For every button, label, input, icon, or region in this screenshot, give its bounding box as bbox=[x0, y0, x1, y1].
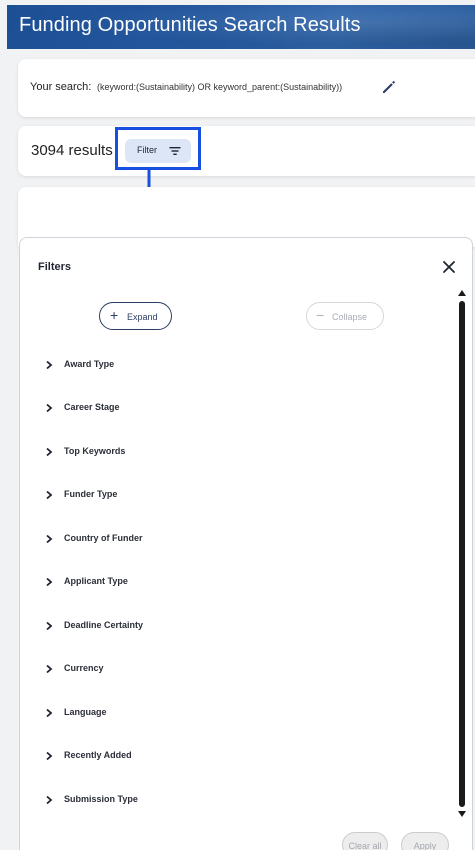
filter-item-label: Career Stage bbox=[64, 402, 120, 412]
results-count: 3094 results bbox=[31, 142, 113, 159]
chevron-right-icon bbox=[46, 403, 53, 413]
chevron-right-icon bbox=[46, 447, 53, 457]
filter-item-career-stage[interactable]: Career Stage bbox=[40, 398, 420, 418]
filter-item-label: Currency bbox=[64, 663, 104, 673]
filters-panel-title: Filters bbox=[38, 261, 72, 273]
filter-item-submission-type[interactable]: Submission Type bbox=[40, 790, 420, 810]
chevron-right-icon bbox=[46, 621, 53, 631]
filter-item-label: Recently Added bbox=[64, 750, 132, 760]
page-title: Funding Opportunities Search Results bbox=[19, 14, 361, 36]
apply-label: Apply bbox=[413, 841, 437, 850]
results-bar: 3094 results bbox=[18, 126, 475, 176]
filter-lines-icon bbox=[169, 147, 181, 155]
chevron-right-icon bbox=[46, 708, 53, 718]
chevron-right-icon bbox=[46, 795, 53, 805]
filter-item-applicant-type[interactable]: Applicant Type bbox=[40, 572, 420, 592]
search-label: Your search: bbox=[30, 81, 92, 93]
filter-item-funder-type[interactable]: Funder Type bbox=[40, 485, 420, 505]
search-query-text: (keyword:(Sustainability) OR keyword_par… bbox=[97, 82, 343, 92]
filter-item-label: Applicant Type bbox=[64, 576, 128, 586]
filter-button-label: Filter bbox=[137, 145, 157, 155]
expand-all-button[interactable]: + Expand bbox=[99, 302, 172, 330]
filter-item-country-of-funder[interactable]: Country of Funder bbox=[40, 529, 420, 549]
filter-item-label: Award Type bbox=[64, 359, 115, 369]
chevron-right-icon bbox=[46, 360, 53, 370]
apply-button[interactable]: Apply bbox=[401, 832, 449, 850]
filter-item-label: Deadline Certainty bbox=[64, 620, 144, 630]
filter-button[interactable]: Filter bbox=[125, 139, 191, 163]
filter-item-label: Funder Type bbox=[64, 489, 118, 499]
minus-icon: − bbox=[316, 307, 325, 323]
collapse-all-button[interactable]: − Collapse bbox=[306, 302, 384, 330]
page-header: Funding Opportunities Search Results bbox=[7, 5, 475, 49]
close-icon[interactable] bbox=[441, 259, 457, 275]
clear-all-label: Clear all bbox=[348, 841, 382, 850]
filters-panel: Filters + Expand − Collapse Award Type C… bbox=[19, 237, 473, 850]
chevron-right-icon bbox=[46, 751, 53, 761]
filter-item-award-type[interactable]: Award Type bbox=[40, 355, 420, 375]
scroll-down-arrow-icon[interactable] bbox=[458, 811, 466, 817]
collapse-label: Collapse bbox=[332, 312, 368, 322]
filter-item-label: Submission Type bbox=[64, 794, 138, 804]
expand-label: Expand bbox=[127, 312, 158, 322]
filter-item-label: Top Keywords bbox=[64, 446, 126, 456]
scrollbar-thumb[interactable] bbox=[459, 301, 465, 807]
filter-item-label: Language bbox=[64, 707, 107, 717]
filter-item-language[interactable]: Language bbox=[40, 703, 420, 723]
chevron-right-icon bbox=[46, 534, 53, 544]
filter-item-deadline-certainty[interactable]: Deadline Certainty bbox=[40, 616, 420, 636]
chevron-right-icon bbox=[46, 490, 53, 500]
plus-icon: + bbox=[110, 307, 119, 323]
clear-all-button[interactable]: Clear all bbox=[342, 832, 388, 850]
chevron-right-icon bbox=[46, 577, 53, 587]
filter-item-top-keywords[interactable]: Top Keywords bbox=[40, 442, 420, 462]
filter-item-recently-added[interactable]: Recently Added bbox=[40, 746, 420, 766]
chevron-right-icon bbox=[46, 664, 53, 674]
filter-item-label: Country of Funder bbox=[64, 533, 143, 543]
pencil-icon[interactable] bbox=[380, 78, 398, 96]
scroll-up-arrow-icon[interactable] bbox=[458, 290, 466, 296]
search-summary-card: Your search: (keyword:(Sustainability) O… bbox=[18, 59, 475, 117]
filter-item-currency[interactable]: Currency bbox=[40, 659, 420, 679]
